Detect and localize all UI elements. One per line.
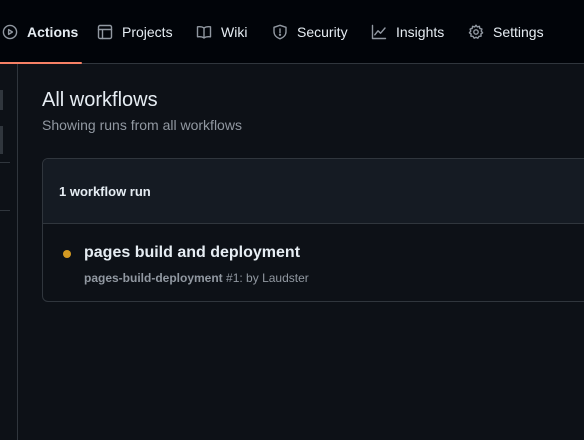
tab-projects[interactable]: Projects xyxy=(97,0,173,64)
tab-actions[interactable]: Actions xyxy=(2,0,78,64)
tab-actions-label: Actions xyxy=(27,24,79,40)
sidebar-item-marker[interactable] xyxy=(0,90,3,110)
sidebar-divider xyxy=(0,210,10,211)
runs-header: 1 workflow run xyxy=(43,159,584,224)
run-author: : by Laudster xyxy=(239,271,309,285)
run-workflow-name: pages-build-deployment xyxy=(84,271,223,285)
tab-settings[interactable]: Settings xyxy=(468,0,544,64)
page-subtitle: Showing runs from all workflows xyxy=(42,117,242,133)
run-number: #1 xyxy=(226,271,240,285)
gear-icon xyxy=(468,24,484,39)
tab-settings-label: Settings xyxy=(493,24,544,40)
repo-nav: Actions Projects Wiki Security Insights … xyxy=(0,0,584,64)
shield-icon xyxy=(273,24,287,40)
sidebar-item-marker[interactable] xyxy=(0,126,3,154)
page-title: All workflows xyxy=(42,89,158,111)
book-icon xyxy=(196,25,212,39)
tab-insights[interactable]: Insights xyxy=(371,0,444,64)
sidebar-divider xyxy=(0,162,10,163)
play-icon xyxy=(2,24,18,40)
workflow-runs-box: 1 workflow run pages build and deploymen… xyxy=(42,158,584,302)
run-meta: pages-build-deployment #1: by Laudster xyxy=(84,270,309,286)
tab-security[interactable]: Security xyxy=(272,0,348,64)
graph-icon xyxy=(371,24,387,40)
workflow-run-row[interactable]: pages build and deployment pages-build-d… xyxy=(43,224,584,301)
run-title-link[interactable]: pages build and deployment xyxy=(84,243,300,263)
tab-security-label: Security xyxy=(297,24,348,40)
tab-insights-label: Insights xyxy=(396,24,445,40)
runs-count: 1 workflow run xyxy=(59,184,151,199)
status-in-progress-icon xyxy=(63,250,71,258)
sidebar xyxy=(0,64,18,440)
tab-projects-label: Projects xyxy=(122,24,173,40)
table-icon xyxy=(97,24,113,40)
actions-page: Actions Projects Wiki Security Insights … xyxy=(0,0,584,440)
tab-wiki[interactable]: Wiki xyxy=(196,0,247,64)
tab-wiki-label: Wiki xyxy=(221,24,248,40)
